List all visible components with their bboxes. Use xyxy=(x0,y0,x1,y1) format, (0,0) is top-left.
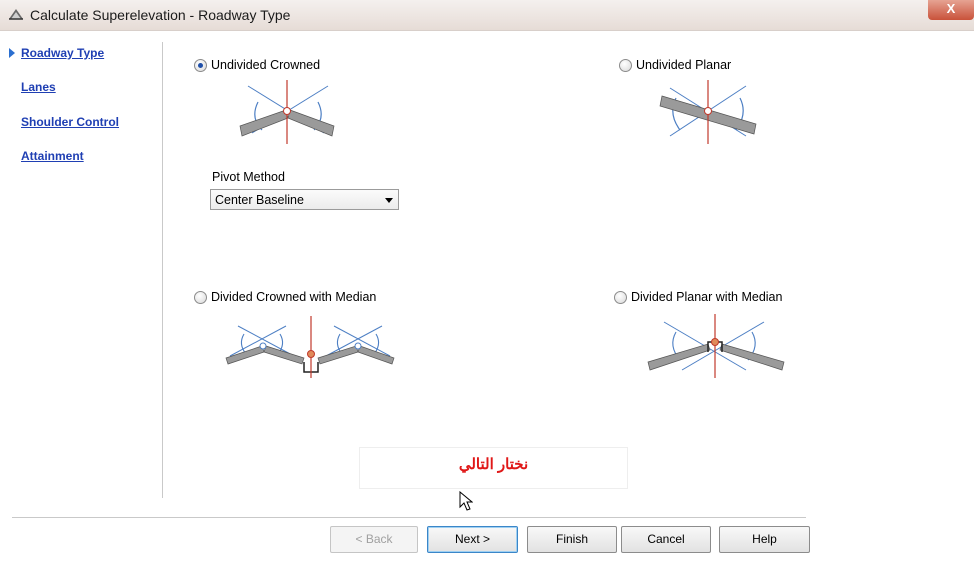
footer-divider xyxy=(12,517,806,518)
option-label: Undivided Planar xyxy=(636,58,732,72)
mouse-pointer-icon xyxy=(459,491,473,511)
nav-item-shoulder-control[interactable]: Shoulder Control xyxy=(21,115,119,129)
annotation-box: نختار التالي xyxy=(360,448,627,488)
nav-item-lanes[interactable]: Lanes xyxy=(21,80,56,94)
option-divided-planar-with-median[interactable]: Divided Planar with Median xyxy=(614,290,782,304)
dropdown-arrow-icon[interactable] xyxy=(385,198,393,203)
help-button[interactable]: Help xyxy=(719,526,810,553)
nav-item-attainment[interactable]: Attainment xyxy=(21,149,84,163)
radio-button[interactable] xyxy=(619,58,632,72)
option-divided-crowned-with-median[interactable]: Divided Crowned with Median xyxy=(194,290,376,304)
civil3d-app-icon xyxy=(9,9,23,20)
vertical-divider xyxy=(162,42,163,498)
pivot-method-label: Pivot Method xyxy=(212,170,285,184)
annotation-text: نختار التالي xyxy=(458,456,529,473)
close-button[interactable]: X xyxy=(928,0,974,20)
radio-button[interactable] xyxy=(614,290,627,304)
undivided-planar-diagram xyxy=(659,80,757,144)
option-label: Undivided Crowned xyxy=(211,58,321,72)
undivided-crowned-diagram xyxy=(239,80,335,144)
option-label: Divided Planar with Median xyxy=(631,290,783,304)
divided-crowned-diagram xyxy=(225,316,395,378)
nav-item-roadway-type[interactable]: Roadway Type xyxy=(21,46,104,60)
pivot-method-value: Center Baseline xyxy=(215,193,304,207)
option-label: Divided Crowned with Median xyxy=(211,290,377,304)
option-undivided-planar[interactable]: Undivided Planar xyxy=(619,58,731,72)
active-step-arrow-icon xyxy=(9,48,15,58)
radio-button-checked[interactable] xyxy=(194,58,207,72)
divided-planar-diagram xyxy=(647,314,785,378)
pivot-method-select[interactable]: Center Baseline xyxy=(210,189,399,210)
cancel-button[interactable]: Cancel xyxy=(621,526,711,553)
title-bar: Calculate Superelevation - Roadway Type … xyxy=(0,0,974,31)
back-button[interactable]: < Back xyxy=(330,526,418,553)
finish-button[interactable]: Finish xyxy=(527,526,617,553)
next-button[interactable]: Next > xyxy=(427,526,518,553)
radio-button[interactable] xyxy=(194,290,207,304)
option-undivided-crowned[interactable]: Undivided Crowned xyxy=(194,58,320,72)
window-title: Calculate Superelevation - Roadway Type xyxy=(30,7,291,23)
